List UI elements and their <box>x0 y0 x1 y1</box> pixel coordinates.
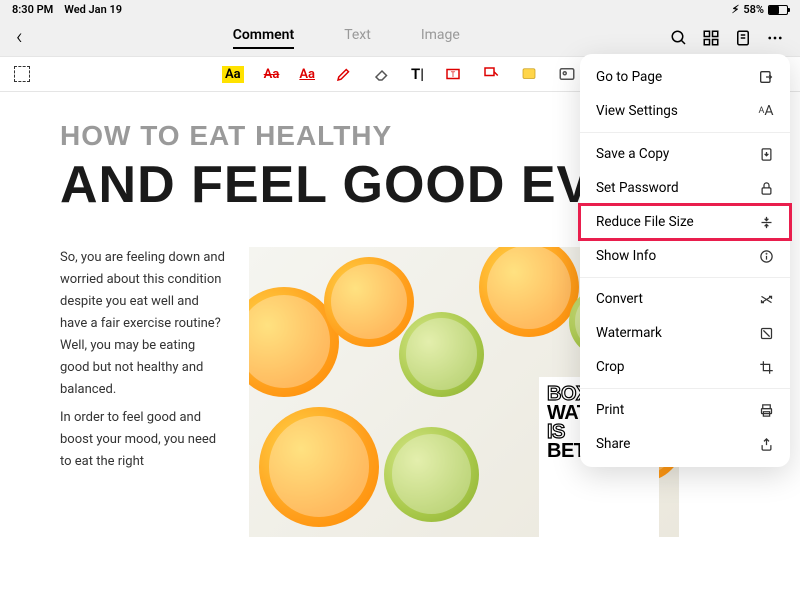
menu-reduce-file-size[interactable]: Reduce File Size <box>580 205 790 239</box>
menu-watermark[interactable]: Watermark <box>580 316 790 350</box>
menu-label: Reduce File Size <box>596 214 694 230</box>
go-to-icon <box>758 69 774 85</box>
menu-share[interactable]: Share <box>580 427 790 461</box>
menu-print[interactable]: Print <box>580 393 790 427</box>
battery-icon <box>768 5 788 15</box>
menu-convert[interactable]: Convert <box>580 282 790 316</box>
menu-label: Crop <box>596 359 625 375</box>
menu-show-info[interactable]: Show Info <box>580 239 790 273</box>
image-tool[interactable] <box>558 65 576 83</box>
text-size-icon: AA <box>758 103 774 119</box>
lock-icon <box>758 180 774 196</box>
menu-save-copy[interactable]: Save a Copy <box>580 137 790 171</box>
select-tool[interactable] <box>14 66 30 82</box>
menu-set-password[interactable]: Set Password <box>580 171 790 205</box>
page-view-icon[interactable] <box>734 29 752 47</box>
status-time: 8:30 PM <box>12 3 53 16</box>
tab-text[interactable]: Text <box>344 27 371 49</box>
underline-tool[interactable]: Aa <box>299 67 315 82</box>
compress-icon <box>758 214 774 230</box>
menu-label: Set Password <box>596 180 679 196</box>
text-tool[interactable]: T| <box>411 65 424 83</box>
search-icon[interactable] <box>670 29 688 47</box>
menu-label: Show Info <box>596 248 656 264</box>
top-nav: ‹ Comment Text Image <box>0 19 800 56</box>
menu-label: Go to Page <box>596 69 662 85</box>
menu-go-to-page[interactable]: Go to Page <box>580 60 790 94</box>
crop-icon <box>758 359 774 375</box>
body-text: So, you are feeling down and worried abo… <box>60 247 225 537</box>
paragraph-2: In order to feel good and boost your moo… <box>60 407 225 473</box>
menu-label: Share <box>596 436 630 452</box>
menu-label: View Settings <box>596 103 678 119</box>
svg-text:T: T <box>451 70 456 79</box>
callout-tool[interactable] <box>482 65 500 83</box>
note-tool[interactable] <box>520 65 538 83</box>
share-icon <box>758 436 774 452</box>
textbox-tool[interactable]: T <box>444 65 462 83</box>
battery-percent: 58% <box>743 3 764 16</box>
more-icon[interactable] <box>766 29 784 47</box>
menu-label: Watermark <box>596 325 662 341</box>
save-icon <box>758 146 774 162</box>
charging-icon: ⚡︎ <box>732 3 740 16</box>
menu-view-settings[interactable]: View Settings AA <box>580 94 790 128</box>
tab-comment[interactable]: Comment <box>233 27 294 49</box>
more-menu-dropdown: Go to Page View Settings AA Save a Copy … <box>580 54 790 467</box>
grid-view-icon[interactable] <box>702 29 720 47</box>
eraser-tool[interactable] <box>373 65 391 83</box>
info-icon <box>758 248 774 264</box>
menu-label: Print <box>596 402 624 418</box>
watermark-icon <box>758 325 774 341</box>
tab-image[interactable]: Image <box>421 27 460 49</box>
mode-tabs: Comment Text Image <box>233 27 460 49</box>
marker-tool[interactable] <box>335 65 353 83</box>
status-date: Wed Jan 19 <box>64 3 122 16</box>
convert-icon <box>758 291 774 307</box>
menu-label: Convert <box>596 291 643 307</box>
paragraph-1: So, you are feeling down and worried abo… <box>60 247 225 402</box>
menu-crop[interactable]: Crop <box>580 350 790 384</box>
menu-label: Save a Copy <box>596 146 669 162</box>
strikethrough-tool[interactable]: Aa <box>264 67 280 82</box>
highlight-tool[interactable]: Aa <box>222 66 244 83</box>
status-bar: 8:30 PM Wed Jan 19 ⚡︎ 58% <box>0 0 800 19</box>
print-icon <box>758 402 774 418</box>
back-button[interactable]: ‹ <box>16 25 23 50</box>
